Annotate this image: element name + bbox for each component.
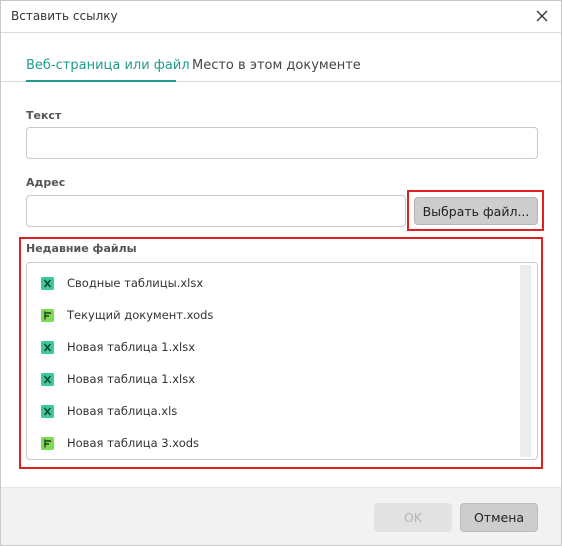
file-name: Новая таблица.xls — [67, 404, 178, 418]
spreadsheet-icon — [41, 276, 54, 290]
xods-icon — [41, 436, 54, 450]
ok-button[interactable]: OK — [374, 503, 452, 532]
address-label: Адрес — [26, 176, 66, 189]
file-name: Сводные таблицы.xlsx — [67, 276, 204, 290]
text-input[interactable] — [26, 127, 538, 159]
spreadsheet-icon — [41, 404, 54, 418]
list-item[interactable]: Новая таблица 1.xlsx — [27, 331, 521, 363]
list-item[interactable]: Новая таблица 1.xlsx — [27, 363, 521, 395]
active-tab-indicator — [26, 80, 176, 82]
spreadsheet-icon — [41, 340, 54, 354]
file-name: Новая таблица 3.xods — [67, 436, 200, 450]
list-item[interactable]: Новая таблица.xls — [27, 395, 521, 427]
tab-bar: Веб-страница или файл Место в этом докум… — [1, 34, 561, 82]
list-item[interactable]: Сводные таблицы.xlsx — [27, 267, 521, 299]
spreadsheet-icon — [41, 372, 54, 386]
recent-files-label: Недавние файлы — [26, 242, 137, 255]
list-item[interactable]: Новая таблица 3.xods — [27, 427, 521, 459]
choose-file-button[interactable]: Выбрать файл... — [414, 197, 538, 225]
cancel-button[interactable]: Отмена — [460, 503, 538, 532]
recent-files-list[interactable]: Сводные таблицы.xlsx Текущий документ.xo… — [26, 262, 538, 460]
tab-place-in-document[interactable]: Место в этом документе — [192, 58, 361, 73]
address-input[interactable] — [26, 195, 406, 227]
dialog-title: Вставить ссылку — [11, 9, 118, 23]
title-bar: Вставить ссылку — [1, 1, 561, 33]
dialog-footer: OK Отмена — [1, 487, 561, 545]
text-label: Текст — [26, 109, 62, 122]
file-name: Новая таблица 1.xlsx — [67, 372, 196, 386]
insert-link-dialog: Вставить ссылку Веб-страница или файл Ме… — [0, 0, 562, 546]
file-name: Текущий документ.xods — [67, 308, 214, 322]
tab-web-page-or-file[interactable]: Веб-страница или файл — [26, 58, 190, 73]
list-item[interactable]: Текущий документ.xods — [27, 299, 521, 331]
close-button[interactable] — [531, 5, 553, 27]
xods-icon — [41, 308, 54, 322]
list-scrollbar[interactable] — [520, 265, 531, 457]
file-name: Новая таблица 1.xlsx — [67, 340, 196, 354]
close-icon — [536, 10, 548, 22]
